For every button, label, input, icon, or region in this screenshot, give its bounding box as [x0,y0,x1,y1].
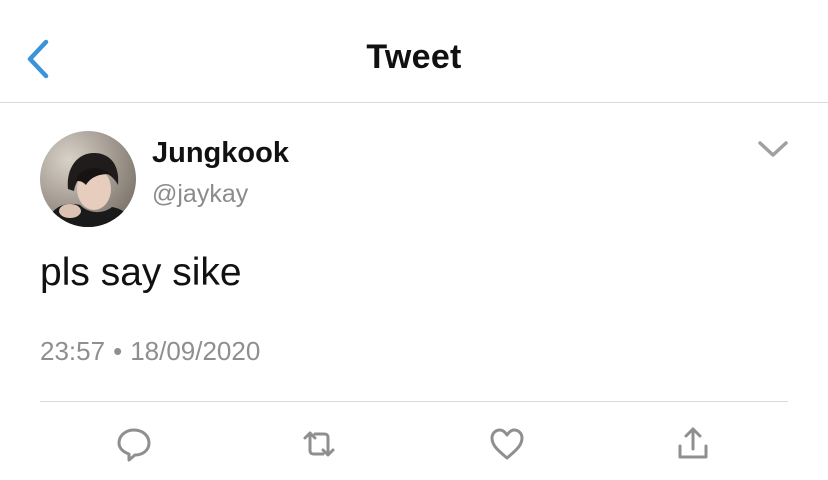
tweet-options-button[interactable] [752,134,794,164]
speech-bubble-icon [117,428,151,462]
retweet-button[interactable] [299,424,339,464]
avatar[interactable] [40,131,136,227]
author-handle[interactable]: @jaykay [152,180,248,209]
tweet-time: 23:57 [40,336,106,366]
tweet-date: 18/09/2020 [130,336,261,366]
tweet-text: pls say sike [40,251,242,294]
navigation-bar: Tweet [0,0,828,103]
share-button[interactable] [673,424,713,464]
page-title: Tweet [366,38,462,76]
heart-icon [490,428,524,460]
chevron-down-icon [758,141,788,157]
author-display-name[interactable]: Jungkook [152,137,289,170]
divider [40,401,788,402]
profile-photo [40,131,136,227]
tweet-timestamp: 23:57 • 18/09/2020 [40,336,260,367]
like-button[interactable] [487,424,527,464]
reply-button[interactable] [114,424,154,464]
timestamp-separator: • [113,336,123,366]
retweet-icon [303,431,335,457]
share-icon [678,427,708,459]
